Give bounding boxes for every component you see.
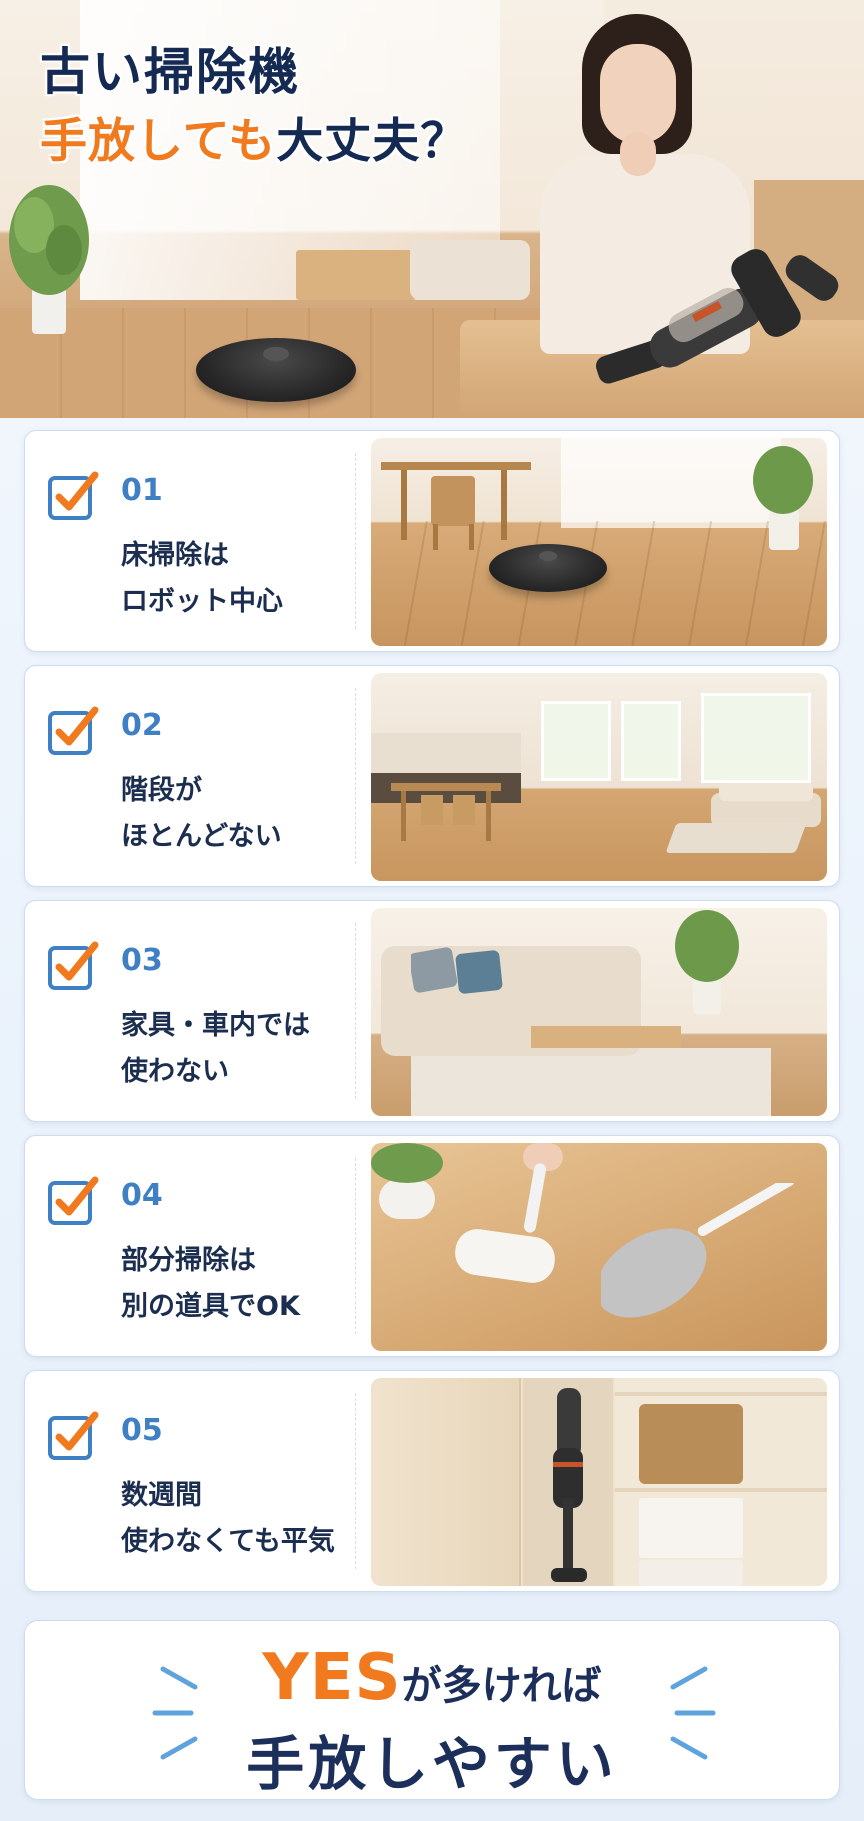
dining-table-illustration — [391, 783, 501, 841]
check-icon — [48, 941, 99, 990]
check-icon — [48, 706, 99, 755]
item-number: 03 — [121, 943, 163, 978]
robot-vacuum-illustration — [489, 544, 607, 592]
title-rest: 大丈夫？ — [276, 114, 469, 169]
tv-stand — [296, 250, 416, 300]
photo-storage-closet — [371, 1378, 827, 1586]
card-divider — [355, 1393, 356, 1569]
plant-illustration — [371, 1143, 443, 1219]
item-text-line-1: 床掃除は — [121, 540, 229, 571]
hero-title: 古い掃除機 手放しても大丈夫？ — [40, 42, 468, 172]
item-text-line-2: ロボット中心 — [121, 586, 283, 617]
duster-illustration — [601, 1183, 795, 1318]
item-number: 02 — [121, 708, 163, 743]
cushions-illustration — [411, 947, 503, 994]
title-line-1: 古い掃除機 — [40, 43, 300, 101]
checklist-card-05: 05 数週間 使わなくても平気 — [24, 1370, 840, 1592]
stick-vacuum-illustration — [596, 249, 839, 384]
card-divider — [355, 923, 356, 1099]
hero-banner: 古い掃除機 手放しても大丈夫？ — [0, 0, 864, 418]
item-number: 04 — [121, 1178, 163, 1213]
shelf-basket-boxes-illustration — [615, 1392, 827, 1586]
check-icon — [48, 1411, 99, 1460]
robot-vacuum-illustration — [196, 338, 356, 402]
photo-open-plan-room — [371, 673, 827, 881]
item-text-line-1: 階段が — [121, 775, 202, 806]
hero-sofa — [410, 240, 530, 300]
yes-text: YES — [262, 1641, 402, 1715]
item-text-line-1: 部分掃除は — [121, 1245, 256, 1276]
card-divider — [355, 453, 356, 629]
checklist-card-03: 03 家具・車内では 使わない — [24, 900, 840, 1122]
conclusion-line-1-rest: が多ければ — [401, 1663, 602, 1709]
plant-illustration — [753, 446, 813, 550]
card-divider — [355, 1158, 356, 1334]
item-text-line-2: 使わない — [121, 1056, 229, 1087]
item-number: 01 — [121, 473, 163, 508]
item-text-line-2: 使わなくても平気 — [121, 1526, 335, 1557]
photo-lint-roller-duster — [371, 1143, 827, 1351]
checklist-card-02: 02 階段が ほとんどない — [24, 665, 840, 887]
stick-vacuum-illustration — [551, 1388, 587, 1582]
title-accent: 手放しても — [40, 114, 277, 169]
conclusion-box: YESが多ければ 手放しやすい — [24, 1620, 840, 1800]
check-icon — [48, 471, 99, 520]
item-text-line-2: ほとんどない — [121, 821, 282, 852]
item-text-line-1: 数週間 — [121, 1480, 202, 1511]
dining-chairs-illustration — [381, 462, 531, 550]
plant-illustration — [9, 185, 89, 334]
title-line-2: 手放しても大丈夫？ — [40, 112, 468, 172]
item-text-line-1: 家具・車内では — [121, 1010, 310, 1041]
checklist-card-01: 01 床掃除は ロボット中心 — [24, 430, 840, 652]
item-text-line-2: 別の道具でOK — [121, 1291, 300, 1322]
check-icon — [48, 1176, 99, 1225]
card-divider — [355, 688, 356, 864]
sparkle-lines-icon — [670, 1666, 716, 1760]
photo-living-room-sofa — [371, 908, 827, 1116]
checklist-card-04: 04 部分掃除は 別の道具でOK — [24, 1135, 840, 1357]
photo-robot-on-floor — [371, 438, 827, 646]
lint-roller-illustration — [455, 1143, 563, 1283]
plant-illustration — [675, 910, 739, 1014]
item-number: 05 — [121, 1413, 163, 1448]
